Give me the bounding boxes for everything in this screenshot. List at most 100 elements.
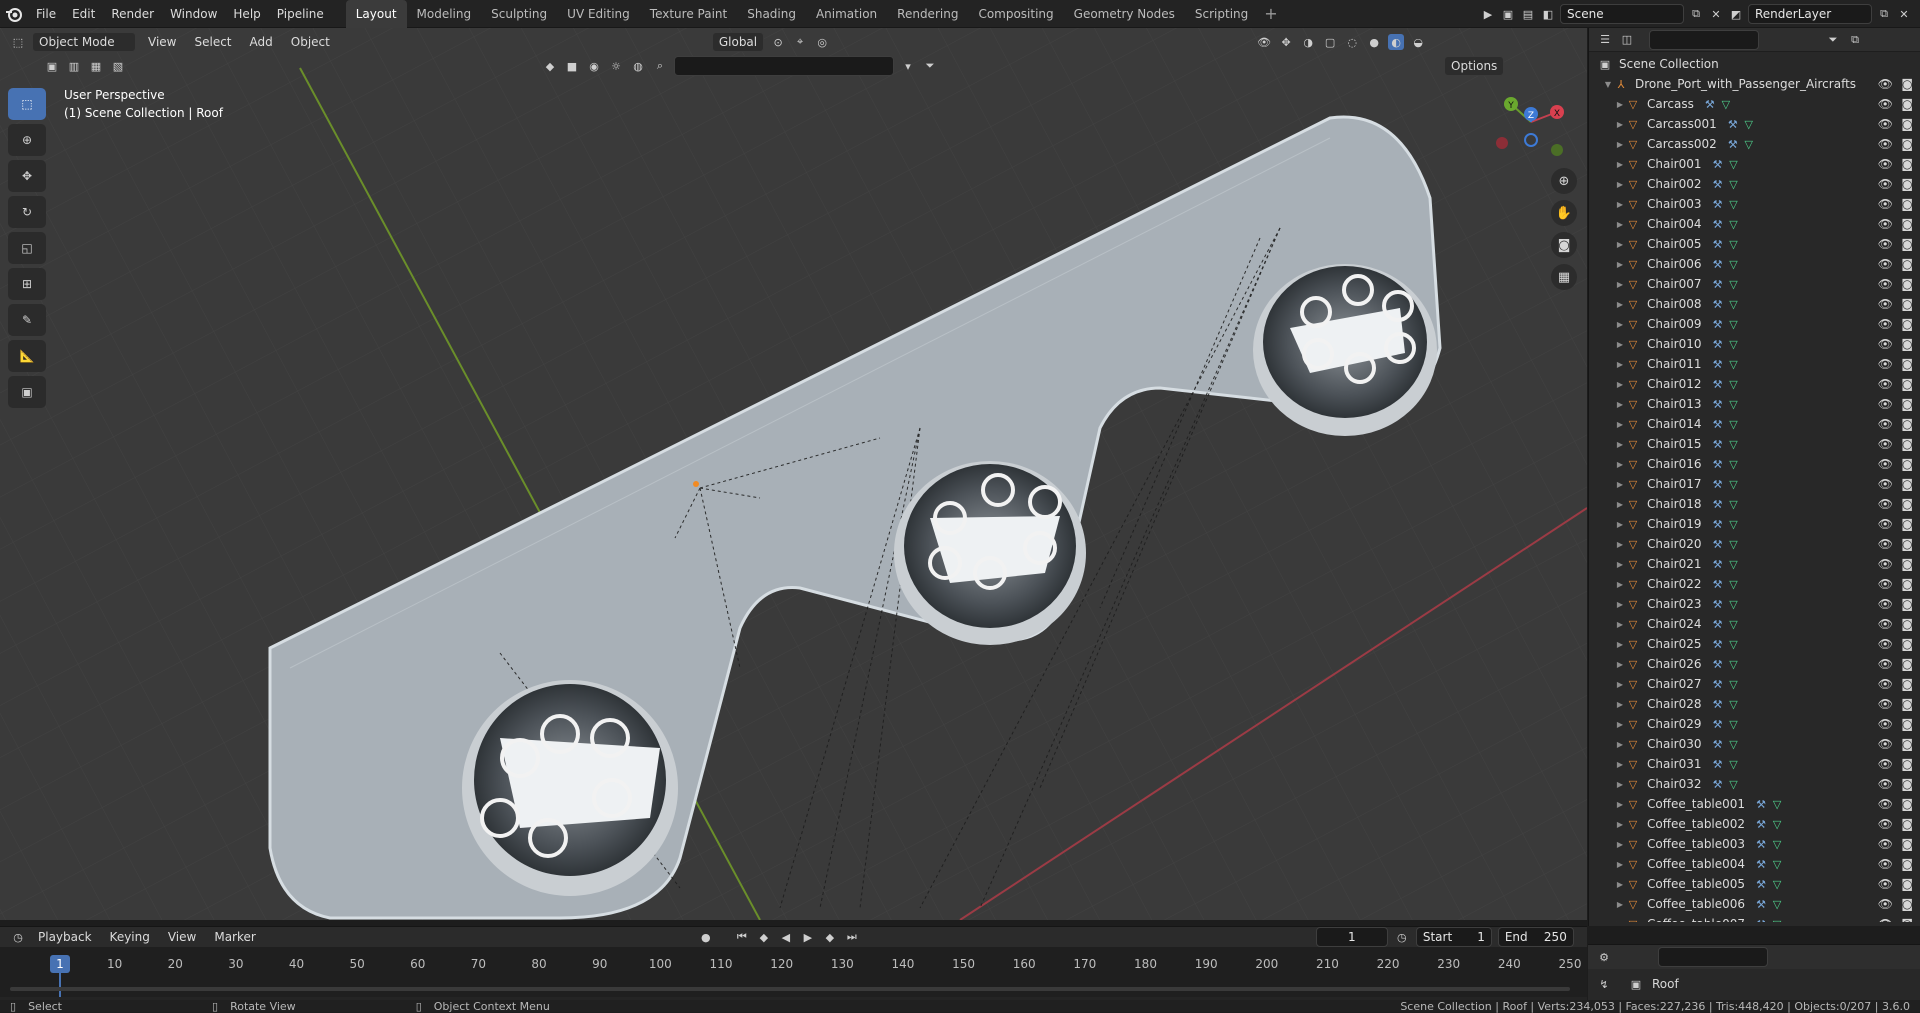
expand-arrow-icon[interactable]: ▶ (1615, 340, 1625, 349)
visibility-eye-icon[interactable]: 👁 (1878, 477, 1893, 491)
menu-pipeline[interactable]: Pipeline (269, 0, 332, 28)
outliner-filter-icon[interactable]: ⏷ (1825, 32, 1841, 48)
outliner-item[interactable]: ▶ ▽ Chair020 ⚒ ▽ 👁 ◙ (1589, 534, 1920, 554)
modifier-wrench-icon[interactable]: ⚒ (1710, 656, 1726, 672)
modifier-wrench-icon[interactable]: ⚒ (1710, 676, 1726, 692)
modifier-wrench-icon[interactable]: ⚒ (1710, 236, 1726, 252)
menu-file[interactable]: File (28, 0, 64, 28)
scene-browse-icon[interactable]: ◧ (1540, 6, 1556, 22)
mesh-data-icon[interactable]: ▽ (1726, 216, 1742, 232)
render-camera-icon[interactable]: ◙ (1901, 637, 1913, 651)
visibility-eye-icon[interactable]: 👁 (1878, 417, 1893, 431)
filter-light-icon[interactable]: ☼ (608, 58, 624, 74)
editor-type-icon[interactable]: ⬚ (10, 34, 26, 50)
outliner-item[interactable]: ▶ ▽ Chair030 ⚒ ▽ 👁 ◙ (1589, 734, 1920, 754)
select-mode-extend-icon[interactable]: ▥ (66, 58, 82, 74)
visibility-eye-icon[interactable]: 👁 (1878, 817, 1893, 831)
modifier-wrench-icon[interactable]: ⚒ (1710, 696, 1726, 712)
filter-funnel-icon[interactable]: ⏷ (922, 58, 938, 74)
shading-wire-icon[interactable]: ◌ (1344, 34, 1360, 50)
render-camera-icon[interactable]: ◙ (1901, 537, 1913, 551)
modifier-wrench-icon[interactable]: ⚒ (1710, 416, 1726, 432)
mesh-data-icon[interactable]: ▽ (1726, 696, 1742, 712)
outliner-item[interactable]: ▶ ▽ Chair007 ⚒ ▽ 👁 ◙ (1589, 274, 1920, 294)
timeline-scrollbar[interactable] (10, 987, 1570, 991)
display-mode-icon[interactable]: ◫ (1619, 32, 1635, 48)
visibility-eye-icon[interactable]: 👁 (1878, 757, 1893, 771)
mesh-data-icon[interactable]: ▽ (1726, 556, 1742, 572)
outliner-item[interactable]: ▶ ▽ Coffee_table003 ⚒ ▽ 👁 ◙ (1589, 834, 1920, 854)
modifier-wrench-icon[interactable]: ⚒ (1710, 576, 1726, 592)
expand-arrow-icon[interactable]: ▶ (1615, 160, 1625, 169)
menu-edit[interactable]: Edit (64, 0, 103, 28)
outliner-item[interactable]: ▶ ▽ Chair012 ⚒ ▽ 👁 ◙ (1589, 374, 1920, 394)
tl-menu-keying[interactable]: Keying (104, 930, 156, 944)
render-camera-icon[interactable]: ◙ (1901, 797, 1913, 811)
render-camera-icon[interactable]: ◙ (1901, 177, 1913, 191)
mesh-data-icon[interactable]: ▽ (1769, 856, 1785, 872)
outliner-item[interactable]: ▶ ▽ Chair006 ⚒ ▽ 👁 ◙ (1589, 254, 1920, 274)
modifier-wrench-icon[interactable]: ⚒ (1710, 596, 1726, 612)
move-tool-icon[interactable]: ✥ (8, 160, 46, 192)
mesh-data-icon[interactable]: ▽ (1726, 296, 1742, 312)
expand-arrow-icon[interactable]: ▶ (1615, 260, 1625, 269)
mesh-data-icon[interactable]: ▽ (1726, 676, 1742, 692)
visibility-eye-icon[interactable]: 👁 (1878, 857, 1893, 871)
render-camera-icon[interactable]: ◙ (1901, 917, 1913, 922)
modifier-wrench-icon[interactable]: ⚒ (1710, 196, 1726, 212)
expand-arrow-icon[interactable]: ▶ (1615, 380, 1625, 389)
mesh-data-icon[interactable]: ▽ (1769, 836, 1785, 852)
modifier-wrench-icon[interactable]: ⚒ (1710, 436, 1726, 452)
render-image-icon[interactable]: ▣ (1500, 6, 1516, 22)
outliner-item[interactable]: ▶ ▽ Chair005 ⚒ ▽ 👁 ◙ (1589, 234, 1920, 254)
tab-rendering[interactable]: Rendering (887, 0, 968, 28)
end-frame-field[interactable]: End 250 (1497, 927, 1574, 947)
modifier-wrench-icon[interactable]: ⚒ (1710, 516, 1726, 532)
outliner-editor-icon[interactable]: ☰ (1597, 32, 1613, 48)
outliner-search-input[interactable] (1649, 29, 1759, 50)
expand-arrow-icon[interactable]: ▶ (1615, 760, 1625, 769)
select-mode-invert-icon[interactable]: ▧ (110, 58, 126, 74)
visibility-eye-icon[interactable]: 👁 (1878, 217, 1893, 231)
expand-arrow-icon[interactable]: ▶ (1615, 320, 1625, 329)
expand-arrow-icon[interactable]: ▶ (1615, 640, 1625, 649)
expand-arrow-icon[interactable]: ▶ (1615, 200, 1625, 209)
render-camera-icon[interactable]: ◙ (1901, 157, 1913, 171)
mesh-data-icon[interactable]: ▽ (1726, 256, 1742, 272)
expand-arrow-icon[interactable]: ▶ (1615, 240, 1625, 249)
visibility-eye-icon[interactable]: 👁 (1878, 737, 1893, 751)
visibility-eye-icon[interactable]: 👁 (1878, 677, 1893, 691)
expand-arrow-icon[interactable]: ▶ (1615, 660, 1625, 669)
render-camera-icon[interactable]: ◙ (1901, 257, 1913, 271)
mode-dropdown[interactable]: Object Mode (32, 32, 136, 52)
render-camera-icon[interactable]: ◙ (1901, 397, 1913, 411)
expand-arrow-icon[interactable]: ▶ (1615, 780, 1625, 789)
viewport-search-input[interactable] (674, 56, 894, 76)
render-camera-icon[interactable]: ◙ (1901, 897, 1913, 911)
xray-icon[interactable]: ▢ (1322, 34, 1338, 50)
mesh-data-icon[interactable]: ▽ (1769, 896, 1785, 912)
render-camera-icon[interactable]: ◙ (1901, 137, 1913, 151)
visibility-eye-icon[interactable]: 👁 (1878, 797, 1893, 811)
render-camera-icon[interactable]: ◙ (1901, 837, 1913, 851)
tab-compositing[interactable]: Compositing (968, 0, 1063, 28)
tab-shading[interactable]: Shading (737, 0, 806, 28)
proportional-edit-icon[interactable]: ◎ (814, 34, 830, 50)
visibility-eye-icon[interactable]: 👁 (1878, 497, 1893, 511)
tab-uv-editing[interactable]: UV Editing (557, 0, 640, 28)
render-camera-icon[interactable]: ◙ (1901, 377, 1913, 391)
outliner-item[interactable]: ▶ ▽ Carcass002 ⚒ ▽ 👁 ◙ (1589, 134, 1920, 154)
outliner-item[interactable]: ▶ ▽ Chair028 ⚒ ▽ 👁 ◙ (1589, 694, 1920, 714)
outliner-scene-collection[interactable]: ▣ Scene Collection (1589, 54, 1920, 74)
tl-menu-view[interactable]: View (162, 930, 202, 944)
select-mode-new-icon[interactable]: ▣ (44, 58, 60, 74)
options-button[interactable]: Options (1444, 56, 1505, 76)
visibility-eye-icon[interactable]: 👁 (1878, 157, 1893, 171)
jump-start-icon[interactable]: ⏮ (734, 929, 750, 945)
overlay-toggle-icon[interactable]: ◑ (1300, 34, 1316, 50)
scene-field[interactable]: Scene (1560, 4, 1684, 24)
expand-arrow-icon[interactable]: ▶ (1615, 140, 1625, 149)
modifier-wrench-icon[interactable]: ⚒ (1725, 136, 1741, 152)
expand-arrow-icon[interactable]: ▶ (1615, 580, 1625, 589)
visibility-eye-icon[interactable]: 👁 (1878, 177, 1893, 191)
